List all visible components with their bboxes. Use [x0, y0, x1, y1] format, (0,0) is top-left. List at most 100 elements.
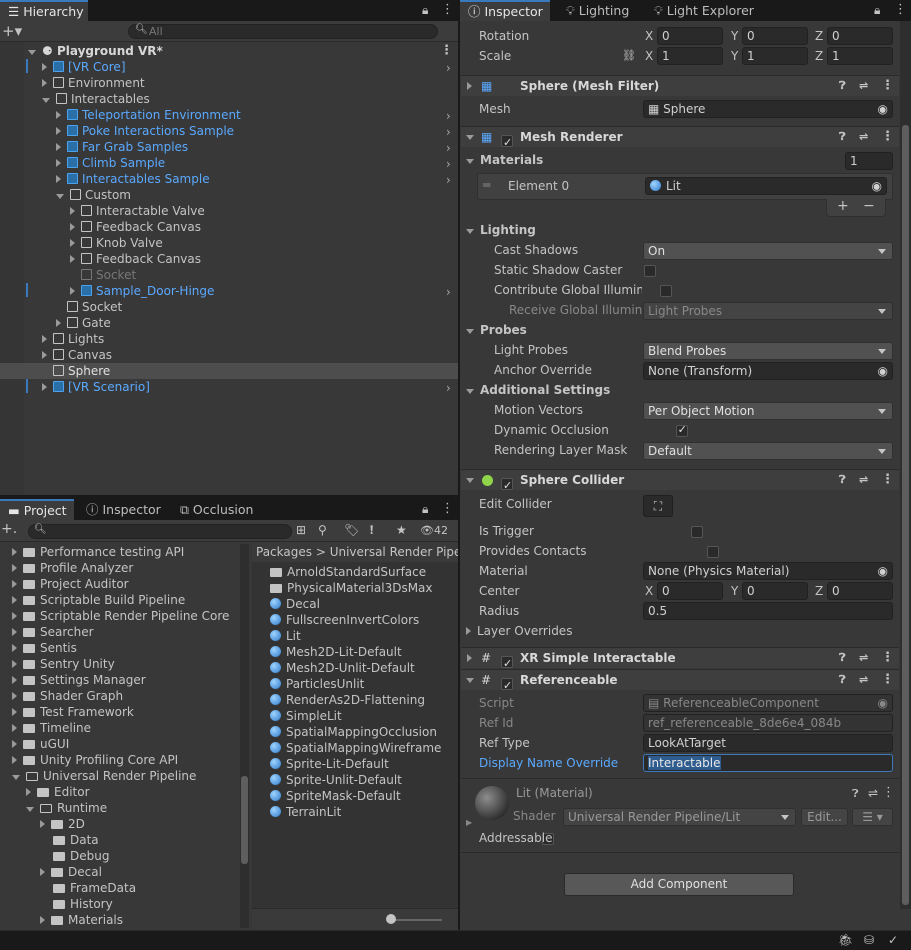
- hier-row-door[interactable]: Sample_Door-Hinge: [26, 283, 214, 299]
- expand-arrow-icon[interactable]: [70, 207, 75, 215]
- folder-row[interactable]: Searcher: [12, 624, 94, 640]
- light-probes-dropdown[interactable]: Blend Probes: [643, 342, 893, 360]
- search-scope-icon[interactable]: ⊞: [296, 523, 306, 537]
- chevron-right-icon[interactable]: ›: [446, 125, 451, 139]
- is-trigger-checkbox[interactable]: [691, 526, 704, 538]
- breadcrumb-current[interactable]: Universal Render Pipeli: [330, 545, 458, 559]
- lock-icon[interactable]: 🔒︎: [422, 502, 428, 517]
- expand-arrow-icon[interactable]: [12, 596, 17, 604]
- folder-row[interactable]: Editor: [26, 784, 90, 800]
- expand-arrow-icon[interactable]: [56, 143, 61, 151]
- expand-arrow-icon[interactable]: [56, 159, 61, 167]
- expand-arrow-icon[interactable]: [466, 478, 474, 483]
- expand-arrow-icon[interactable]: [12, 724, 17, 732]
- folder-row[interactable]: Profile Analyzer: [12, 560, 133, 576]
- rotation-y-field[interactable]: 0: [742, 27, 808, 45]
- mesh-field[interactable]: ▦ Sphere ◉: [643, 100, 893, 118]
- expand-arrow-icon[interactable]: [12, 676, 17, 684]
- rotation-z-field[interactable]: 0: [827, 27, 893, 45]
- provides-contacts-checkbox[interactable]: [707, 546, 720, 558]
- component-menu-icon[interactable]: ⋮: [882, 785, 895, 800]
- visibility-count[interactable]: 👁︎42: [420, 524, 448, 537]
- expand-arrow-icon[interactable]: [42, 383, 47, 391]
- hier-row-fargrab[interactable]: Far Grab Samples: [56, 139, 188, 155]
- folder-row[interactable]: Shader Graph: [12, 688, 123, 704]
- sphere-collider-header[interactable]: Sphere Collider ❓︎ ⇌ ⋮: [461, 469, 899, 496]
- list-item[interactable]: ArnoldStandardSurface: [270, 564, 426, 580]
- hier-row-vrcore[interactable]: [VR Core]: [26, 59, 126, 75]
- hier-row-knob[interactable]: Knob Valve: [70, 235, 163, 251]
- folder-row[interactable]: History: [53, 896, 113, 912]
- folder-row[interactable]: Decal: [40, 864, 102, 880]
- help-icon[interactable]: ❓︎: [839, 127, 846, 147]
- collider-material-field[interactable]: None (Physics Material) ◉: [643, 562, 893, 580]
- expand-arrow-icon[interactable]: [42, 351, 47, 359]
- ref-type-field[interactable]: LookAtTarget: [643, 734, 893, 752]
- chevron-right-icon[interactable]: ›: [446, 381, 451, 395]
- expand-arrow-icon[interactable]: [12, 628, 17, 636]
- enabled-checkbox[interactable]: [501, 676, 513, 696]
- list-item[interactable]: SpatialMappingWireframe: [270, 740, 441, 756]
- folder-row[interactable]: Scriptable Render Pipeline Core: [12, 608, 229, 624]
- hier-row-sphere[interactable]: Sphere: [53, 363, 110, 379]
- hier-row-climb[interactable]: Climb Sample: [56, 155, 165, 171]
- expand-arrow-icon[interactable]: [466, 329, 474, 334]
- expand-arrow-icon[interactable]: [70, 223, 75, 231]
- expand-arrow-icon[interactable]: [70, 287, 75, 295]
- hier-row-socket-disabled[interactable]: Socket: [81, 267, 136, 283]
- more-menu-icon[interactable]: ⋮: [441, 501, 454, 516]
- folder-row[interactable]: Sentis: [12, 640, 77, 656]
- center-y-field[interactable]: 0: [742, 582, 808, 600]
- chevron-right-icon[interactable]: ›: [446, 285, 451, 299]
- list-item[interactable]: Mesh2D-Unlit-Default: [270, 660, 415, 676]
- bug-icon[interactable]: 🐞︎: [838, 933, 853, 947]
- tab-inspector-bottom[interactable]: ⓘ Inspector: [78, 499, 169, 520]
- hier-row-lights[interactable]: Lights: [42, 331, 104, 347]
- expand-arrow-icon[interactable]: [42, 63, 47, 71]
- list-item[interactable]: Mesh2D-Lit-Default: [270, 644, 402, 660]
- folder-row[interactable]: FrameData: [53, 880, 136, 896]
- list-item[interactable]: Sprite-Unlit-Default: [270, 772, 402, 788]
- help-icon[interactable]: ❓︎: [839, 76, 846, 96]
- filter-type-icon[interactable]: ⚲: [318, 523, 327, 537]
- component-menu-icon[interactable]: ⋮: [881, 127, 894, 147]
- preset-icon[interactable]: ⇌: [859, 470, 868, 490]
- expand-arrow-icon[interactable]: [56, 319, 61, 327]
- folder-row[interactable]: Unity Profiling Core API: [12, 752, 178, 768]
- rendering-layer-dropdown[interactable]: Default: [643, 442, 893, 460]
- motion-vectors-dropdown[interactable]: Per Object Motion: [643, 402, 893, 420]
- chevron-right-icon[interactable]: ›: [446, 157, 451, 171]
- scale-x-field[interactable]: 1: [657, 47, 723, 65]
- hier-row-vrscenario[interactable]: [VR Scenario]: [26, 379, 150, 395]
- object-picker-icon[interactable]: ◉: [878, 563, 888, 579]
- project-search-input[interactable]: 🔍︎: [28, 524, 292, 539]
- scale-z-field[interactable]: 1: [827, 47, 893, 65]
- expand-arrow-icon[interactable]: [12, 644, 17, 652]
- collapse-arrow-icon[interactable]: [467, 654, 472, 662]
- expand-arrow-icon[interactable]: [12, 692, 17, 700]
- tab-occlusion[interactable]: ⧉ Occlusion: [172, 499, 261, 520]
- more-menu-icon[interactable]: ⋮: [894, 2, 907, 17]
- hier-row-valve[interactable]: Interactable Valve: [70, 203, 205, 219]
- component-menu-icon[interactable]: ⋮: [881, 670, 894, 690]
- lock-icon[interactable]: 🔒︎: [422, 3, 428, 18]
- radius-field[interactable]: 0.5: [643, 602, 893, 620]
- preset-icon[interactable]: ⇌: [859, 76, 868, 96]
- hier-row-teleportation[interactable]: Teleportation Environment: [56, 107, 241, 123]
- referenceable-header[interactable]: # Referenceable ❓︎ ⇌ ⋮: [461, 669, 899, 696]
- drag-handle-icon[interactable]: ═: [483, 178, 490, 192]
- expand-arrow-icon[interactable]: [466, 229, 474, 234]
- object-picker-icon[interactable]: ◉: [878, 101, 888, 117]
- collapse-arrow-icon[interactable]: [467, 82, 472, 90]
- more-menu-icon[interactable]: ⋮: [441, 2, 454, 17]
- mesh-filter-header[interactable]: ▦ Sphere (Mesh Filter) ❓︎ ⇌ ⋮: [461, 75, 899, 96]
- lighting-foldout[interactable]: Lighting: [466, 221, 536, 239]
- center-z-field[interactable]: 0: [827, 582, 893, 600]
- preset-icon[interactable]: ⇌: [859, 127, 868, 147]
- edit-shader-button[interactable]: Edit...: [801, 808, 848, 826]
- expand-arrow-icon[interactable]: [56, 111, 61, 119]
- component-menu-icon[interactable]: ⋮: [881, 648, 894, 668]
- hier-row-custom[interactable]: Custom: [56, 187, 131, 203]
- cast-shadows-dropdown[interactable]: On: [643, 242, 893, 260]
- tree-scrollbar[interactable]: [240, 544, 249, 928]
